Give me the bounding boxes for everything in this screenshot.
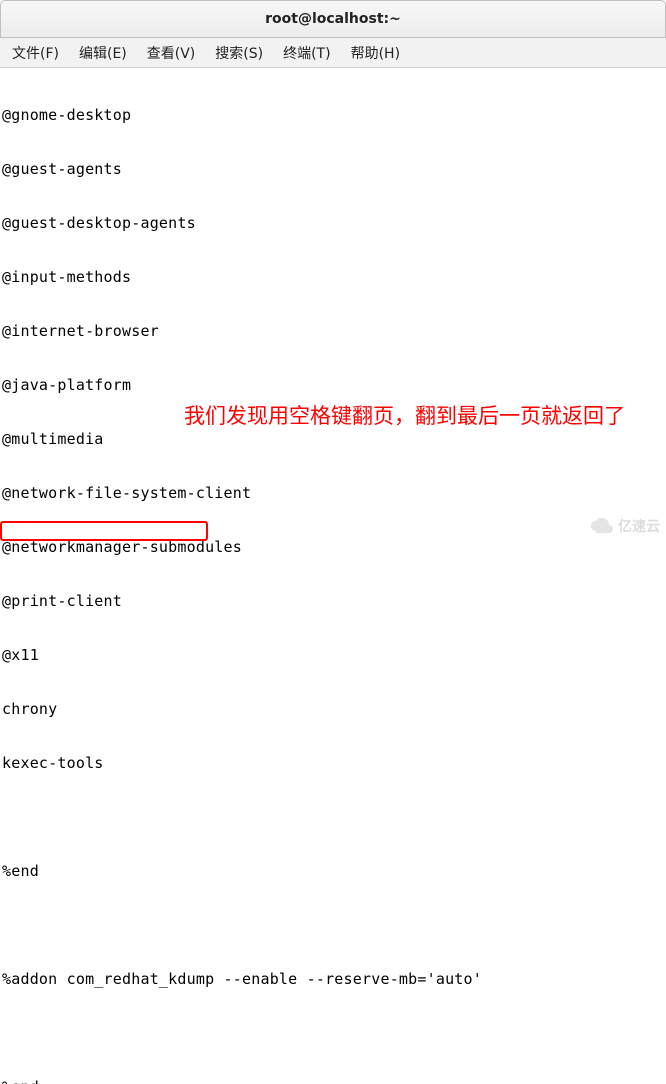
annotation-text: 我们发现用空格键翻页，翻到最后一页就返回了	[184, 400, 625, 430]
menubar: 文件(F) 编辑(E) 查看(V) 搜索(S) 终端(T) 帮助(H)	[0, 38, 666, 68]
terminal-line	[2, 1024, 664, 1042]
menu-view[interactable]: 查看(V)	[139, 39, 204, 67]
terminal-line: @gnome-desktop	[2, 106, 664, 124]
terminal-line: %end	[2, 1078, 664, 1084]
terminal-line: @guest-agents	[2, 160, 664, 178]
menu-file[interactable]: 文件(F)	[4, 39, 67, 67]
terminal-line	[2, 916, 664, 934]
terminal-line	[2, 808, 664, 826]
watermark-label: 亿速云	[618, 516, 660, 536]
terminal-line: @java-platform	[2, 376, 664, 394]
terminal-line: @internet-browser	[2, 322, 664, 340]
window-title: root@localhost:~	[265, 11, 401, 27]
watermark: 亿速云	[590, 516, 660, 536]
menu-terminal[interactable]: 终端(T)	[275, 39, 338, 67]
menu-edit[interactable]: 编辑(E)	[71, 39, 135, 67]
terminal-line: @network-file-system-client	[2, 484, 664, 502]
terminal-line: chrony	[2, 700, 664, 718]
terminal-line: @x11	[2, 646, 664, 664]
terminal-line: %addon com_redhat_kdump --enable --reser…	[2, 970, 664, 988]
cloud-icon	[590, 517, 614, 535]
terminal-output[interactable]: @gnome-desktop @guest-agents @guest-desk…	[0, 68, 666, 1084]
menu-search[interactable]: 搜索(S)	[207, 39, 271, 67]
menu-help[interactable]: 帮助(H)	[343, 39, 408, 67]
terminal-line: @print-client	[2, 592, 664, 610]
terminal-line: @networkmanager-submodules	[2, 538, 664, 556]
terminal-line: @multimedia	[2, 430, 664, 448]
terminal-line: %end	[2, 862, 664, 880]
terminal-line: @guest-desktop-agents	[2, 214, 664, 232]
terminal-line: kexec-tools	[2, 754, 664, 772]
window-titlebar[interactable]: root@localhost:~	[0, 0, 666, 38]
terminal-line: @input-methods	[2, 268, 664, 286]
